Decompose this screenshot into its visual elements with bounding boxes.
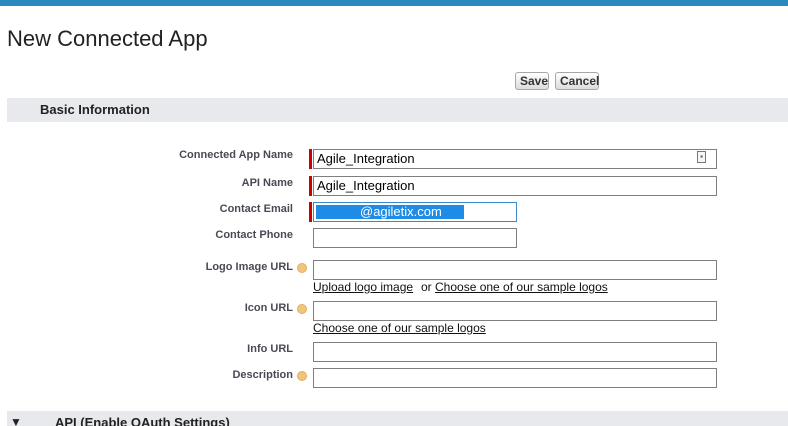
icon-url-label: Icon URL (244, 302, 293, 314)
section-title: API (Enable OAuth Settings) (55, 415, 230, 426)
collapse-arrow-icon[interactable]: ▼ (10, 415, 22, 426)
contact-phone-label: Contact Phone (215, 229, 293, 241)
save-button[interactable]: Save (515, 72, 549, 90)
section-title: Basic Information (40, 102, 150, 117)
lookup-icon[interactable]: ▪ (697, 151, 706, 163)
app-name-input[interactable]: Agile_Integration (313, 149, 717, 169)
app-name-label: Connected App Name (179, 149, 293, 161)
api-name-input[interactable]: Agile_Integration (313, 176, 717, 196)
api-name-value: Agile_Integration (317, 178, 415, 193)
required-indicator (309, 202, 312, 222)
logo-url-label: Logo Image URL (205, 261, 293, 273)
contact-email-label: Contact Email (219, 203, 293, 215)
section-api-oauth[interactable]: ▼ API (Enable OAuth Settings) (7, 411, 788, 426)
contact-email-value: @agiletix.com (360, 204, 442, 219)
upload-logo-link[interactable]: Upload logo image (313, 280, 413, 294)
cancel-button[interactable]: Cancel (555, 72, 599, 90)
sample-logos-link[interactable]: Choose one of our sample logos (435, 280, 608, 294)
contact-phone-input[interactable] (313, 228, 517, 248)
page-title: New Connected App (7, 26, 208, 51)
sample-icons-link[interactable]: Choose one of our sample logos (313, 321, 486, 335)
api-name-label: API Name (241, 177, 293, 189)
logo-url-input[interactable] (313, 260, 717, 280)
section-basic-information: Basic Information (7, 98, 788, 122)
app-name-value: Agile_Integration (317, 151, 415, 166)
description-input[interactable] (313, 368, 717, 388)
required-indicator (309, 149, 312, 169)
help-icon[interactable] (297, 304, 307, 314)
help-icon[interactable] (297, 371, 307, 381)
info-url-input[interactable] (313, 342, 717, 362)
description-label: Description (232, 369, 293, 381)
top-accent-bar (0, 0, 788, 6)
help-icon[interactable] (297, 263, 307, 273)
or-text: or (421, 280, 432, 294)
info-url-label: Info URL (247, 343, 293, 355)
contact-email-input[interactable]: @agiletix.com (313, 202, 517, 222)
required-indicator (309, 176, 312, 196)
icon-url-input[interactable] (313, 301, 717, 321)
